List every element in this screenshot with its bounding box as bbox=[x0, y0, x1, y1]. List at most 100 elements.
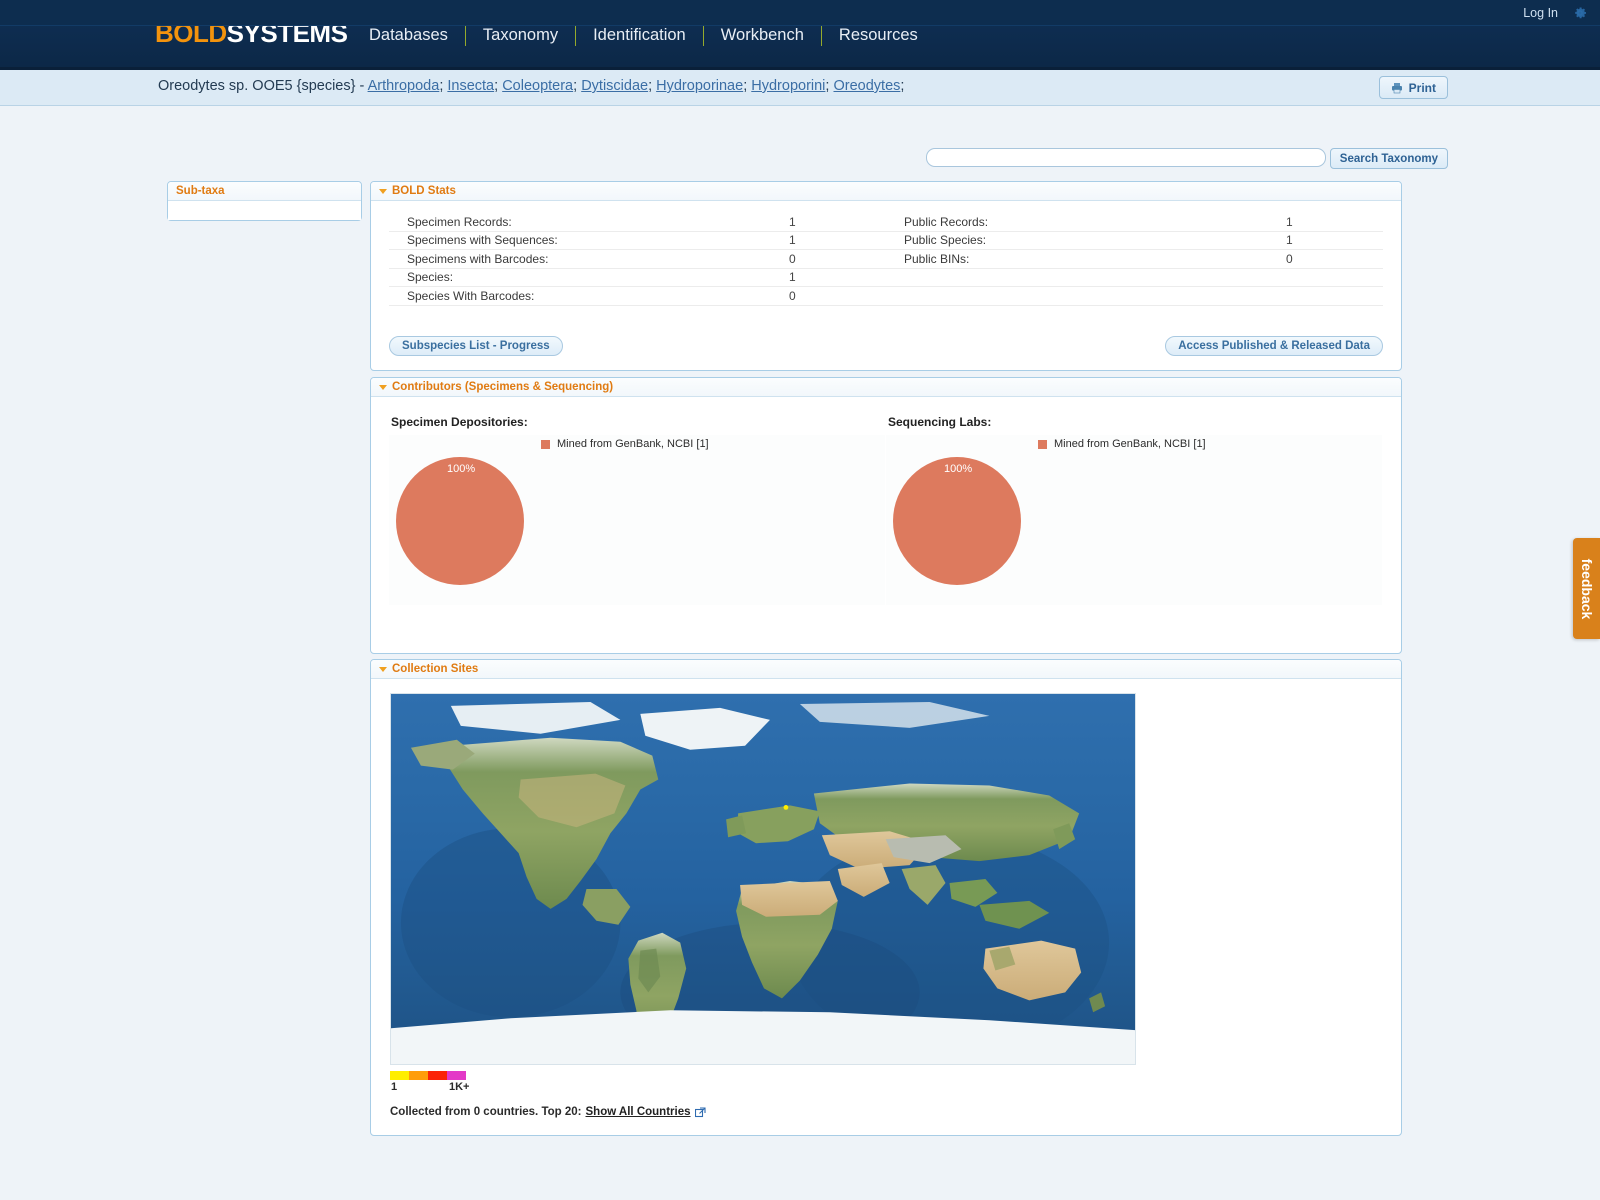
stat-row: Public BINs: 0 bbox=[886, 250, 1383, 269]
sub-taxa-header[interactable]: Sub-taxa bbox=[168, 182, 361, 201]
bold-stats-actions: Subspecies List - Progress Access Publis… bbox=[389, 336, 1383, 356]
countries-text: Collected from 0 countries. Top 20: bbox=[390, 1106, 582, 1118]
breadcrumb-link-dytiscidae[interactable]: Dytiscidae bbox=[581, 78, 648, 94]
stat-row: Specimens with Barcodes: 0 bbox=[389, 250, 886, 269]
stat-label: Specimen Records: bbox=[407, 214, 512, 229]
stat-label: Species With Barcodes: bbox=[407, 288, 535, 303]
scale-labels: 1 1K+ bbox=[390, 1080, 470, 1094]
breadcrumb-link-hydroporinae[interactable]: Hydroporinae bbox=[656, 78, 743, 94]
pie-data-label: 100% bbox=[447, 463, 476, 475]
external-link-icon[interactable] bbox=[694, 1106, 706, 1118]
collection-sites-panel: Collection Sites 1 1K+ Collected from 0 … bbox=[370, 659, 1402, 1136]
sub-taxa-title: Sub-taxa bbox=[176, 185, 225, 197]
stats-column-left: Specimen Records: 1 Specimens with Seque… bbox=[389, 213, 886, 306]
stat-value: 1 bbox=[1286, 233, 1293, 248]
crumb-sep: ; bbox=[648, 78, 657, 94]
stat-value: 1 bbox=[789, 233, 796, 248]
stat-value: 0 bbox=[789, 251, 796, 266]
breadcrumb: Oreodytes sp. OOE5 {species} - Arthropod… bbox=[158, 78, 904, 94]
world-map-container[interactable] bbox=[390, 693, 1136, 1065]
stat-row: Species: 1 bbox=[389, 269, 886, 287]
stat-label: Species: bbox=[407, 270, 454, 285]
scale-color-bars bbox=[390, 1071, 470, 1080]
breadcrumb-link-arthropoda[interactable]: Arthropoda bbox=[368, 78, 440, 94]
stat-value: 1 bbox=[789, 214, 796, 229]
scale-swatch-4 bbox=[447, 1071, 466, 1080]
nav-divider bbox=[575, 24, 577, 46]
sequencing-labs-section: Sequencing Labs: Mined from GenBank, NCB… bbox=[886, 415, 1383, 605]
specimen-depositories-label: Specimen Depositories: bbox=[391, 415, 528, 429]
breadcrumb-band: Oreodytes sp. OOE5 {species} - Arthropod… bbox=[0, 70, 1600, 106]
world-map[interactable] bbox=[390, 693, 1136, 1065]
gear-icon[interactable] bbox=[1572, 5, 1588, 21]
contributors-title: Contributors (Specimens & Sequencing) bbox=[392, 381, 614, 393]
bold-stats-body: Specimen Records: 1 Specimens with Seque… bbox=[371, 201, 1401, 306]
nav-item-workbench[interactable]: Workbench bbox=[704, 24, 821, 46]
crumb-sep: ; bbox=[573, 78, 582, 94]
stat-label: Public BINs: bbox=[904, 251, 970, 266]
nav-divider bbox=[820, 24, 822, 46]
stat-row bbox=[886, 287, 1383, 306]
nav-divider bbox=[464, 24, 466, 46]
chevron-down-icon bbox=[379, 384, 387, 390]
bold-stats-header[interactable]: BOLD Stats bbox=[371, 182, 1401, 201]
nav-item-resources[interactable]: Resources bbox=[822, 24, 935, 46]
print-button[interactable]: Print bbox=[1378, 76, 1448, 99]
breadcrumb-link-insecta[interactable]: Insecta bbox=[447, 78, 494, 94]
breadcrumb-separator: - bbox=[355, 78, 368, 94]
stat-value: 0 bbox=[789, 288, 796, 303]
stat-row: Species With Barcodes: 0 bbox=[389, 287, 886, 306]
sequencing-labs-label: Sequencing Labs: bbox=[888, 415, 992, 429]
stats-column-right: Public Records: 1 Public Species: 1 Publ… bbox=[886, 213, 1383, 306]
stat-label: Public Records: bbox=[904, 214, 989, 229]
nav-item-identification[interactable]: Identification bbox=[576, 24, 703, 46]
nav-divider bbox=[702, 24, 704, 46]
login-link[interactable]: Log In bbox=[1523, 6, 1558, 20]
scale-swatch-1 bbox=[390, 1071, 409, 1080]
collection-site-marker bbox=[783, 805, 789, 810]
stat-row: Specimen Records: 1 bbox=[389, 213, 886, 232]
subspecies-list-progress-button[interactable]: Subspecies List - Progress bbox=[389, 336, 563, 356]
feedback-tab[interactable]: feedback bbox=[1573, 538, 1600, 639]
nav-item-databases[interactable]: Databases bbox=[352, 24, 465, 46]
breadcrumb-link-coleoptera[interactable]: Coleoptera bbox=[502, 78, 573, 94]
primary-nav: Databases Taxonomy Identification Workbe… bbox=[352, 24, 935, 46]
breadcrumb-link-oreodytes[interactable]: Oreodytes bbox=[833, 78, 900, 94]
chevron-down-icon bbox=[379, 188, 387, 194]
utility-bar: Log In bbox=[0, 0, 1600, 26]
breadcrumb-link-hydroporini[interactable]: Hydroporini bbox=[751, 78, 825, 94]
sub-taxa-body bbox=[168, 201, 361, 220]
pie-slice-mined-from-genbank[interactable] bbox=[396, 457, 524, 585]
nav-item-taxonomy[interactable]: Taxonomy bbox=[466, 24, 575, 46]
stat-row bbox=[886, 269, 1383, 287]
access-published-released-data-button[interactable]: Access Published & Released Data bbox=[1165, 336, 1383, 356]
stat-row: Specimens with Sequences: 1 bbox=[389, 232, 886, 250]
scale-min-label: 1 bbox=[391, 1081, 398, 1093]
collection-sites-title: Collection Sites bbox=[392, 663, 479, 675]
scale-swatch-2 bbox=[409, 1071, 428, 1080]
pie-slice-mined-from-genbank[interactable] bbox=[893, 457, 1021, 585]
pie-data-label: 100% bbox=[944, 463, 973, 475]
chevron-down-icon bbox=[379, 666, 387, 672]
legend-label: Mined from GenBank, NCBI [1] bbox=[1054, 438, 1206, 450]
bold-stats-panel: BOLD Stats Specimen Records: 1 Specimens… bbox=[370, 181, 1402, 371]
show-all-countries-link[interactable]: Show All Countries bbox=[586, 1106, 691, 1118]
stat-row: Public Records: 1 bbox=[886, 213, 1383, 232]
collection-sites-header[interactable]: Collection Sites bbox=[371, 660, 1401, 679]
crumb-sep: ; bbox=[494, 78, 503, 94]
legend-swatch-icon bbox=[541, 439, 550, 449]
pie-legend: Mined from GenBank, NCBI [1] bbox=[541, 438, 709, 450]
stat-value: 1 bbox=[789, 270, 796, 285]
scale-max-label: 1K+ bbox=[449, 1081, 470, 1093]
scale-swatch-3 bbox=[428, 1071, 447, 1080]
search-input[interactable] bbox=[925, 148, 1326, 167]
taxonomy-search-row: Search Taxonomy bbox=[0, 148, 1600, 169]
specimen-depositories-pie-chart: Mined from GenBank, NCBI [1] 100% bbox=[389, 435, 885, 605]
contributors-header[interactable]: Contributors (Specimens & Sequencing) bbox=[371, 378, 1401, 397]
search-taxonomy-button[interactable]: Search Taxonomy bbox=[1329, 148, 1448, 169]
breadcrumb-title: Oreodytes sp. OOE5 {species} bbox=[158, 78, 356, 94]
crumb-trailing: ; bbox=[900, 78, 905, 94]
feedback-tab-label: feedback bbox=[1578, 558, 1595, 619]
stat-label: Public Species: bbox=[904, 233, 987, 248]
map-density-scale: 1 1K+ bbox=[390, 1071, 470, 1094]
